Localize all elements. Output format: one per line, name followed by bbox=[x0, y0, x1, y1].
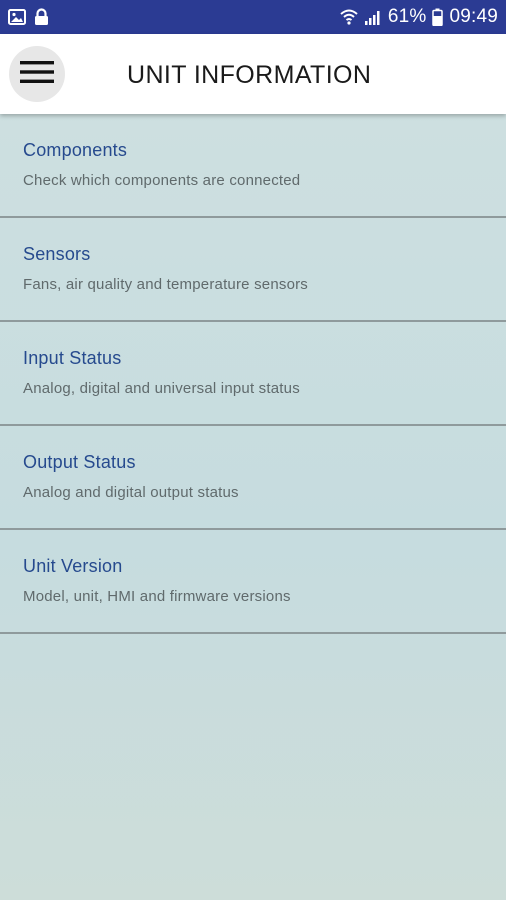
gallery-icon bbox=[8, 9, 26, 25]
menu-item-title: Input Status bbox=[23, 348, 122, 368]
status-bar: 61% 09:49 bbox=[0, 0, 506, 34]
menu-list: Components Check which components are co… bbox=[0, 114, 506, 634]
menu-item-title: Components bbox=[23, 140, 128, 160]
wifi-icon bbox=[340, 8, 358, 26]
menu-item-input-status[interactable]: Input Status Analog, digital and univers… bbox=[0, 322, 506, 426]
status-bar-left bbox=[8, 8, 49, 26]
menu-item-sensors[interactable]: Sensors Fans, air quality and temperatur… bbox=[0, 218, 506, 322]
menu-item-title: Output Status bbox=[23, 452, 136, 472]
menu-item-output-status[interactable]: Output Status Analog and digital output … bbox=[0, 426, 506, 530]
menu-button[interactable] bbox=[9, 46, 65, 102]
page-title: UNIT INFORMATION bbox=[127, 61, 372, 89]
menu-item-components[interactable]: Components Check which components are co… bbox=[0, 114, 506, 218]
signal-icon bbox=[364, 8, 382, 26]
app-bar: UNIT INFORMATION bbox=[0, 34, 506, 114]
battery-percent: 61% bbox=[387, 6, 427, 27]
menu-item-subtitle: Analog and digital output status bbox=[23, 484, 239, 501]
menu-item-subtitle: Model, unit, HMI and firmware versions bbox=[23, 588, 291, 605]
menu-item-subtitle: Analog, digital and universal input stat… bbox=[23, 380, 300, 397]
menu-item-title: Sensors bbox=[23, 244, 91, 264]
battery-icon bbox=[432, 8, 444, 26]
clock-time: 09:49 bbox=[449, 6, 498, 27]
status-bar-right: 61% 09:49 bbox=[340, 6, 498, 28]
menu-item-subtitle: Fans, air quality and temperature sensor… bbox=[23, 276, 309, 293]
lock-icon bbox=[34, 8, 49, 26]
hamburger-menu-icon bbox=[20, 60, 54, 89]
menu-item-subtitle: Check which components are connected bbox=[23, 172, 301, 189]
menu-item-unit-version[interactable]: Unit Version Model, unit, HMI and firmwa… bbox=[0, 530, 506, 634]
menu-item-title: Unit Version bbox=[23, 556, 123, 576]
